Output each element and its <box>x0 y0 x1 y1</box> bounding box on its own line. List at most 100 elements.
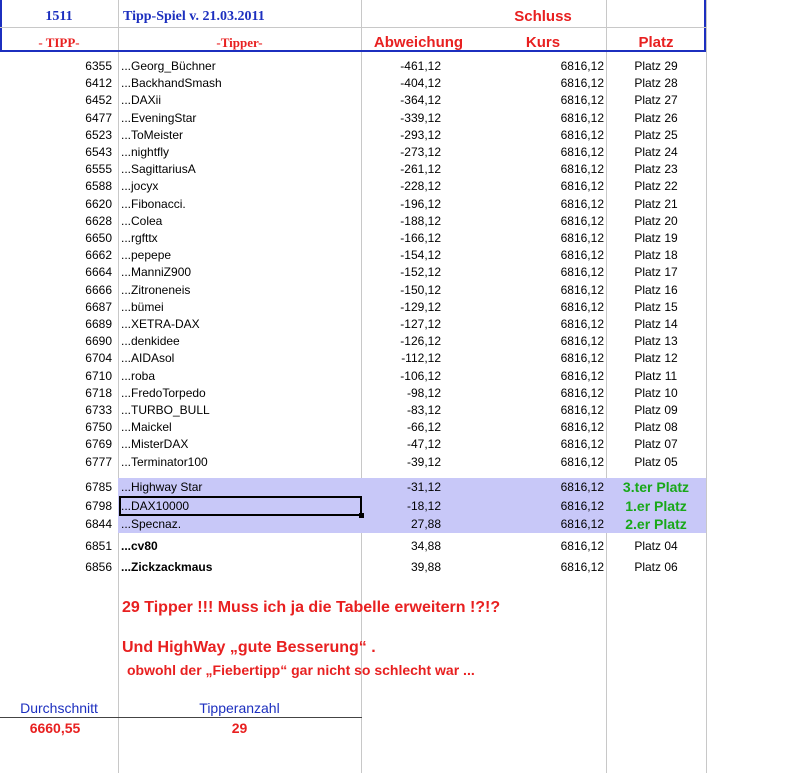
cell-abweichung[interactable]: -98,12 <box>361 385 441 402</box>
cell-platz[interactable]: Platz 14 <box>606 316 706 333</box>
cell-kurs[interactable]: 6816,12 <box>478 479 604 496</box>
cell-tipp[interactable]: 6555 <box>0 161 112 178</box>
cell-platz[interactable]: Platz 11 <box>606 368 706 385</box>
cell-kurs[interactable]: 6816,12 <box>478 299 604 316</box>
cell-abweichung[interactable]: -129,12 <box>361 299 441 316</box>
cell-platz[interactable]: 1.er Platz <box>606 498 706 515</box>
cell-platz[interactable]: Platz 16 <box>606 282 706 299</box>
cell-tipper-name[interactable]: ...denkidee <box>121 333 359 350</box>
cell-tipper-name[interactable]: ...jocyx <box>121 178 359 195</box>
note-fiebertipp[interactable]: obwohl der „Fiebertipp“ gar nicht so sch… <box>127 661 475 679</box>
cell-tipper-name[interactable]: ...MisterDAX <box>121 436 359 453</box>
cell-platz[interactable]: Platz 04 <box>606 538 706 555</box>
cell-kurs[interactable]: 6816,12 <box>478 264 604 281</box>
average-label[interactable]: Durchschnitt <box>0 699 118 717</box>
cell-kurs[interactable]: 6816,12 <box>478 368 604 385</box>
cell-abweichung[interactable]: -152,12 <box>361 264 441 281</box>
cell-tipper-name[interactable]: ...Zickzackmaus <box>121 559 359 576</box>
cell-tipp[interactable]: 6704 <box>0 350 112 367</box>
tipper-count-label[interactable]: Tipperanzahl <box>118 699 361 717</box>
cell-tipper-name[interactable]: ...Colea <box>121 213 359 230</box>
cell-platz[interactable]: Platz 10 <box>606 385 706 402</box>
cell-kurs[interactable]: 6816,12 <box>478 230 604 247</box>
cell-platz[interactable]: Platz 20 <box>606 213 706 230</box>
cell-platz[interactable]: Platz 17 <box>606 264 706 281</box>
cell-tipper-name[interactable]: ...rgfttx <box>121 230 359 247</box>
cell-tipp[interactable]: 6666 <box>0 282 112 299</box>
cell-tipp[interactable]: 6477 <box>0 110 112 127</box>
cell-tipper-name[interactable]: ...DAXii <box>121 92 359 109</box>
cell-tipp[interactable]: 6412 <box>0 75 112 92</box>
cell-tipp[interactable]: 6844 <box>0 516 112 533</box>
cell-kurs[interactable]: 6816,12 <box>478 402 604 419</box>
cell-tipp[interactable]: 6690 <box>0 333 112 350</box>
cell-tipp[interactable]: 6543 <box>0 144 112 161</box>
cell-tipp[interactable]: 6710 <box>0 368 112 385</box>
cell-kurs[interactable]: 6816,12 <box>478 196 604 213</box>
cell-abweichung[interactable]: 39,88 <box>361 559 441 576</box>
cell-kurs[interactable]: 6816,12 <box>478 350 604 367</box>
cell-tipper-name[interactable]: ...roba <box>121 368 359 385</box>
cell-abweichung[interactable]: -66,12 <box>361 419 441 436</box>
header-schluss[interactable]: Schluss <box>478 8 608 25</box>
cell-tipp[interactable]: 6785 <box>0 479 112 496</box>
cell-abweichung[interactable]: 27,88 <box>361 516 441 533</box>
header-tipper[interactable]: -Tipper- <box>118 34 361 51</box>
cell-platz[interactable]: Platz 28 <box>606 75 706 92</box>
cell-tipper-name[interactable]: ...FredoTorpedo <box>121 385 359 402</box>
cell-kurs[interactable]: 6816,12 <box>478 333 604 350</box>
cell-tipp[interactable]: 6650 <box>0 230 112 247</box>
cell-kurs[interactable]: 6816,12 <box>478 110 604 127</box>
cell-kurs[interactable]: 6816,12 <box>478 161 604 178</box>
cell-kurs[interactable]: 6816,12 <box>478 247 604 264</box>
cell-abweichung[interactable]: -273,12 <box>361 144 441 161</box>
cell-tipper-name[interactable]: ...Maickel <box>121 419 359 436</box>
cell-kurs[interactable]: 6816,12 <box>478 516 604 533</box>
header-platz[interactable]: Platz <box>606 34 706 51</box>
cell-platz[interactable]: Platz 27 <box>606 92 706 109</box>
cell-tipper-name[interactable]: ...Zitroneneis <box>121 282 359 299</box>
cell-platz[interactable]: Platz 22 <box>606 178 706 195</box>
cell-platz[interactable]: Platz 19 <box>606 230 706 247</box>
fill-handle[interactable] <box>359 513 364 518</box>
cell-tipper-name[interactable]: ...Highway Star <box>121 479 359 496</box>
cell-tipper-name[interactable]: ...AIDAsol <box>121 350 359 367</box>
cell-abweichung[interactable]: -18,12 <box>361 498 441 515</box>
cell-kurs[interactable]: 6816,12 <box>478 213 604 230</box>
cell-tipp[interactable]: 6689 <box>0 316 112 333</box>
cell-abweichung[interactable]: -47,12 <box>361 436 441 453</box>
cell-platz[interactable]: Platz 23 <box>606 161 706 178</box>
cell-abweichung[interactable]: -339,12 <box>361 110 441 127</box>
cell-platz[interactable]: Platz 07 <box>606 436 706 453</box>
header-title[interactable]: Tipp-Spiel v. 21.03.2011 <box>123 8 265 25</box>
cell-tipp[interactable]: 6355 <box>0 58 112 75</box>
cell-platz[interactable]: Platz 05 <box>606 454 706 471</box>
cell-kurs[interactable]: 6816,12 <box>478 559 604 576</box>
cell-tipper-name[interactable]: ...TURBO_BULL <box>121 402 359 419</box>
cell-abweichung[interactable]: -228,12 <box>361 178 441 195</box>
cell-platz[interactable]: Platz 12 <box>606 350 706 367</box>
cell-tipp[interactable]: 6851 <box>0 538 112 555</box>
cell-tipp[interactable]: 6628 <box>0 213 112 230</box>
cell-abweichung[interactable]: -126,12 <box>361 333 441 350</box>
cell-tipper-name[interactable]: ...Georg_Büchner <box>121 58 359 75</box>
cell-abweichung[interactable]: -404,12 <box>361 75 441 92</box>
cell-tipp[interactable]: 6588 <box>0 178 112 195</box>
cell-kurs[interactable]: 6816,12 <box>478 92 604 109</box>
note-get-well[interactable]: Und HighWay „gute Besserung“ . <box>122 638 376 658</box>
cell-platz[interactable]: Platz 25 <box>606 127 706 144</box>
cell-abweichung[interactable]: -31,12 <box>361 479 441 496</box>
cell-platz[interactable]: Platz 09 <box>606 402 706 419</box>
cell-kurs[interactable]: 6816,12 <box>478 385 604 402</box>
cell-tipp[interactable]: 6750 <box>0 419 112 436</box>
cell-tipp[interactable]: 6777 <box>0 454 112 471</box>
cell-tipp[interactable]: 6769 <box>0 436 112 453</box>
cell-tipper-name[interactable]: ...ManniZ900 <box>121 264 359 281</box>
cell-abweichung[interactable]: -188,12 <box>361 213 441 230</box>
cell-kurs[interactable]: 6816,12 <box>478 316 604 333</box>
cell-platz[interactable]: Platz 29 <box>606 58 706 75</box>
cell-abweichung[interactable]: -461,12 <box>361 58 441 75</box>
header-id[interactable]: 1511 <box>0 8 118 25</box>
cell-tipp[interactable]: 6523 <box>0 127 112 144</box>
header-kurs[interactable]: Kurs <box>478 34 608 51</box>
